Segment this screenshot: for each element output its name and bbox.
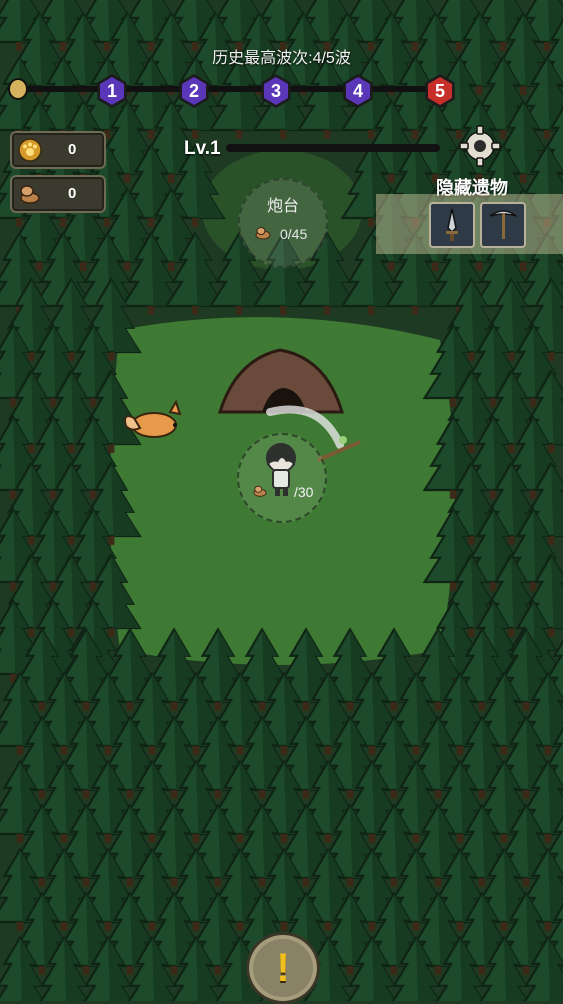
- alert-button[interactable]: !: [246, 932, 320, 1004]
- turret-progress: 0/45: [280, 226, 308, 242]
- wave-node-label: 3: [263, 77, 289, 105]
- resource-wood: 0: [10, 175, 106, 213]
- wave-node-label: 5: [427, 77, 453, 105]
- wood-count: 0: [68, 185, 77, 202]
- player-wood-capacity: /30: [294, 484, 314, 500]
- xp-bar: [226, 144, 440, 152]
- player-carry-ring: [237, 433, 327, 523]
- gear-icon[interactable]: [458, 124, 502, 168]
- dagger-icon: [446, 208, 458, 241]
- wood-icon: [253, 485, 267, 497]
- resource-coin: 0: [10, 131, 106, 169]
- turret-build-spot[interactable]: 炮台 0/45: [238, 178, 328, 268]
- wave-record-label: 历史最高波次:4/5波: [212, 50, 351, 67]
- wave-progress-track: [14, 86, 454, 92]
- paw-coin-icon: [18, 138, 42, 162]
- wave-node-label: 1: [99, 77, 125, 105]
- relic-slot-pickaxe[interactable]: [480, 202, 526, 248]
- turret-label: 炮台: [266, 198, 299, 215]
- coin-count: 0: [68, 141, 77, 158]
- wood-icon: [255, 227, 271, 240]
- pickaxe-icon: [489, 210, 517, 239]
- exclamation-icon: !: [276, 945, 290, 990]
- wood-log-icon: [20, 185, 40, 204]
- wave-node-label: 2: [181, 77, 207, 105]
- level-label: Lv.1: [184, 138, 221, 159]
- wave-node-label: 4: [345, 77, 371, 105]
- wave-start-marker: [10, 80, 26, 98]
- relic-slot-dagger[interactable]: [429, 202, 475, 248]
